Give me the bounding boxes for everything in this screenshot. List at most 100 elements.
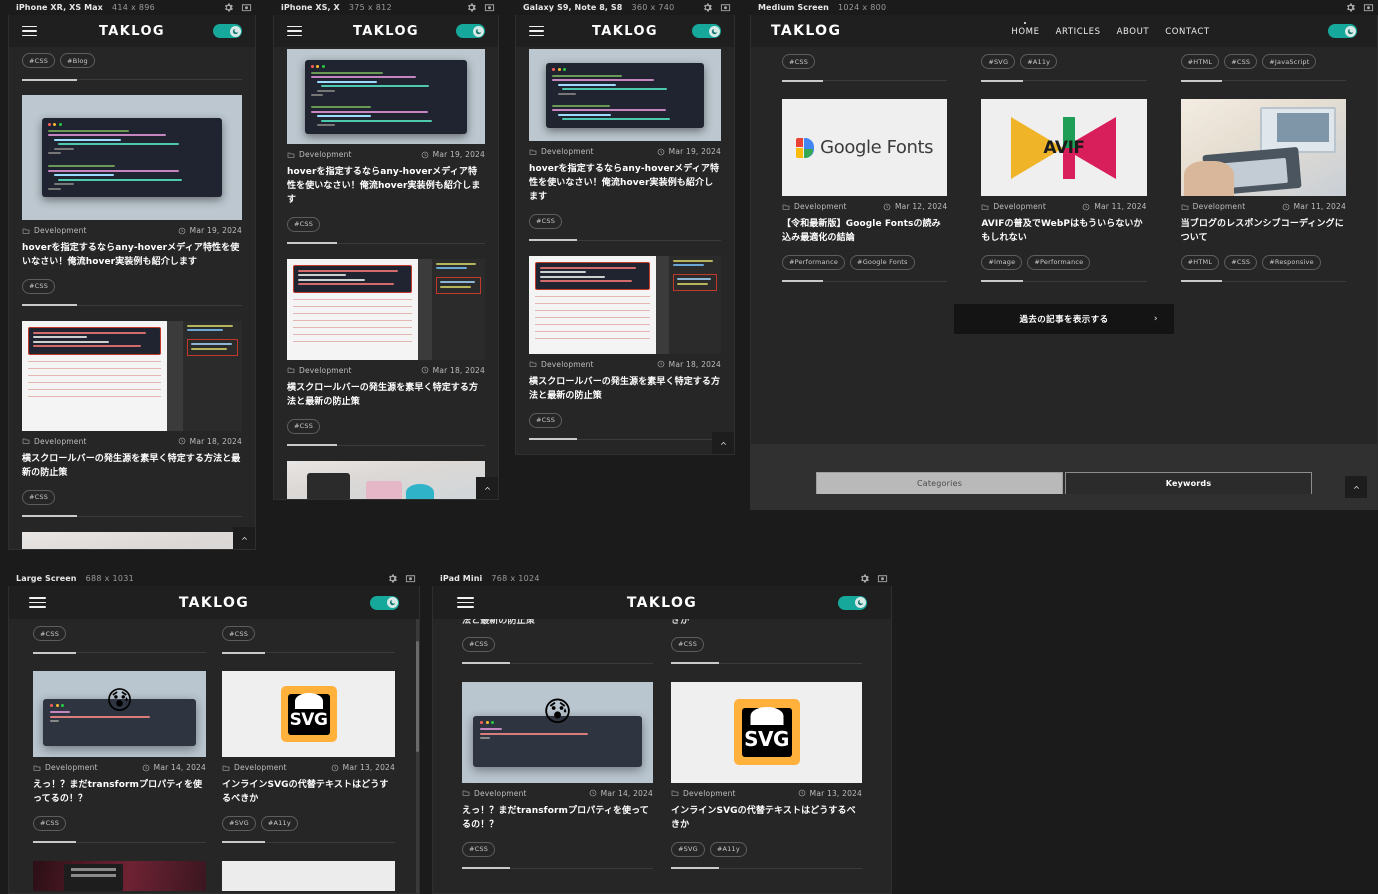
tag[interactable]: #A11y	[260, 815, 298, 831]
article-card[interactable]: Development Mar 18, 2024 横スクロールバーの発生源を素早…	[22, 320, 242, 521]
article-title[interactable]: インラインSVGの代替テキストはどうするべきか	[222, 779, 395, 807]
camera-icon[interactable]	[877, 573, 888, 584]
article-thumbnail[interactable]	[33, 860, 206, 891]
hamburger-icon[interactable]	[22, 25, 37, 37]
site-brand[interactable]: TAKLOG	[179, 595, 249, 611]
device-viewport[interactable]: TAKLOG HOME ARTICLES ABOUT CONTACT #CSS	[750, 15, 1378, 510]
dark-mode-toggle[interactable]	[692, 24, 721, 38]
article-thumbnail[interactable]	[22, 95, 242, 220]
device-viewport[interactable]: TAKLOG 法と最新の防止策 #CSS きか #CSS 😰 Developme…	[432, 586, 892, 894]
article-card-partial[interactable]: #CSS	[222, 619, 395, 657]
article-card[interactable]: Development Mar 19, 2024 hoverを指定するならany…	[287, 49, 485, 248]
article-card[interactable]: SVG Development Mar 13, 2024 インラインSVGの代替…	[671, 681, 862, 873]
article-card[interactable]: Google Fonts Development Mar 12, 2024 【令…	[782, 99, 948, 286]
tag[interactable]: #Performance	[782, 254, 846, 270]
article-card-partial[interactable]: #CSS #Blog	[22, 47, 242, 84]
article-thumbnail[interactable]	[529, 49, 721, 141]
tag[interactable]: #CSS	[462, 636, 496, 652]
article-title[interactable]: 当ブログのレスポンシブコーディングについて	[1181, 218, 1346, 246]
site-brand[interactable]: TAKLOG	[627, 595, 697, 611]
article-card[interactable]: 😰 Development Mar 14, 2024 えっ！？まだtransfo…	[462, 681, 653, 873]
article-card-partial[interactable]: #SVG #A11y	[981, 47, 1147, 85]
article-card-partial[interactable]	[287, 460, 485, 499]
tag[interactable]: #CSS	[287, 418, 321, 434]
article-thumbnail[interactable]: AVIF	[981, 99, 1147, 196]
tag[interactable]: #HTML	[1180, 254, 1220, 270]
dark-mode-toggle[interactable]	[838, 595, 867, 610]
article-thumbnail[interactable]: 😰	[462, 681, 653, 783]
article-card-partial[interactable]: #HTML #CSS #JavaScript	[1180, 47, 1346, 85]
tag[interactable]: #CSS	[22, 489, 56, 505]
scroll-to-top-button[interactable]	[233, 527, 255, 549]
scroll-to-top-button[interactable]	[476, 477, 498, 499]
tag[interactable]: #CSS	[1224, 54, 1258, 69]
article-thumbnail[interactable]	[287, 460, 485, 499]
hamburger-icon[interactable]	[29, 597, 46, 608]
article-card[interactable]: Development Mar 11, 2024 当ブログのレスポンシブコーディ…	[1180, 99, 1346, 286]
camera-icon[interactable]	[1363, 2, 1374, 13]
tag[interactable]: #CSS	[287, 216, 321, 232]
gear-icon[interactable]	[702, 2, 713, 13]
gear-icon[interactable]	[859, 573, 870, 584]
device-viewport[interactable]: TAKLOG Development Mar 19, 2024 hoverを指定…	[273, 15, 499, 500]
article-thumbnail[interactable]: SVG	[222, 671, 395, 757]
gear-icon[interactable]	[223, 2, 234, 13]
dark-mode-toggle[interactable]	[456, 24, 485, 38]
camera-icon[interactable]	[484, 2, 495, 13]
tag[interactable]: #Blog	[60, 53, 95, 68]
article-card-partial[interactable]: 法と最新の防止策 #CSS	[462, 616, 653, 668]
article-title[interactable]: hoverを指定するならany-hoverメディア特性を使いなさい！俺流hove…	[287, 166, 485, 208]
article-title[interactable]: 横スクロールバーの発生源を素早く特定する方法と最新の防止策	[529, 376, 721, 404]
tag[interactable]: #Performance	[1027, 254, 1091, 270]
load-more-button[interactable]: 過去の記事を表示する ›	[954, 303, 1174, 334]
tag[interactable]: #CSS	[33, 626, 67, 641]
camera-icon[interactable]	[405, 573, 416, 584]
dark-mode-toggle[interactable]	[213, 24, 242, 38]
tab-keywords[interactable]: Keywords	[1065, 472, 1312, 494]
article-title[interactable]: 【令和最新版】Google Fontsの読み込み最適化の結論	[782, 218, 947, 246]
tag[interactable]: #SVG	[671, 841, 705, 857]
article-card[interactable]: Development Mar 18, 2024 横スクロールバーの発生源を素早…	[529, 255, 721, 444]
article-thumbnail[interactable]	[1180, 99, 1346, 196]
tag[interactable]: #SVG	[222, 815, 256, 831]
scroll-to-top-button[interactable]	[712, 432, 734, 454]
article-title[interactable]: 横スクロールバーの発生源を素早く特定する方法と最新の防止策	[287, 382, 485, 410]
article-card-partial[interactable]	[222, 860, 395, 893]
article-thumbnail[interactable]: Google Fonts	[782, 99, 948, 196]
nav-item-about[interactable]: ABOUT	[1117, 25, 1150, 37]
dark-mode-toggle[interactable]	[1328, 24, 1357, 38]
article-card[interactable]: Development Mar 19, 2024 hoverを指定するならany…	[22, 95, 242, 310]
hamburger-icon[interactable]	[457, 597, 474, 608]
gear-icon[interactable]	[387, 573, 398, 584]
article-card-partial[interactable]: きか #CSS	[671, 616, 862, 668]
article-card-partial[interactable]	[33, 860, 206, 893]
article-thumbnail[interactable]	[22, 320, 242, 431]
tag[interactable]: #CSS	[671, 636, 705, 652]
article-title[interactable]: hoverを指定するならany-hoverメディア特性を使いなさい！俺流hove…	[529, 163, 721, 205]
scrollbar-vertical[interactable]	[416, 586, 419, 893]
camera-icon[interactable]	[720, 2, 731, 13]
tag[interactable]: #CSS	[1224, 254, 1258, 270]
hamburger-icon[interactable]	[287, 25, 302, 37]
device-viewport[interactable]: TAKLOG #CSS #Blog Development Mar 19, 20…	[8, 15, 256, 550]
site-brand[interactable]: TAKLOG	[771, 23, 841, 39]
article-thumbnail[interactable]	[287, 49, 485, 144]
article-title[interactable]: えっ！？まだtransformプロパティを使ってるの！？	[33, 779, 206, 807]
tag[interactable]: #Responsive	[1262, 254, 1321, 270]
article-title[interactable]: hoverを指定するならany-hoverメディア特性を使いなさい！俺流hove…	[22, 242, 242, 270]
article-thumbnail[interactable]	[287, 258, 485, 360]
tab-categories[interactable]: Categories	[816, 472, 1063, 494]
hamburger-icon[interactable]	[529, 25, 544, 37]
article-thumbnail[interactable]: SVG	[671, 681, 862, 783]
gear-icon[interactable]	[1345, 2, 1356, 13]
article-card-partial[interactable]: #CSS	[33, 619, 206, 657]
nav-item-articles[interactable]: ARTICLES	[1056, 25, 1101, 37]
tag[interactable]: #CSS	[462, 841, 496, 857]
camera-icon[interactable]	[241, 2, 252, 13]
nav-item-home[interactable]: HOME	[1011, 25, 1039, 37]
article-title[interactable]: 横スクロールバーの発生源を素早く特定する方法と最新の防止策	[22, 453, 242, 481]
article-card[interactable]: Development Mar 18, 2024 横スクロールバーの発生源を素早…	[287, 258, 485, 450]
tag[interactable]: #A11y	[709, 841, 747, 857]
tag[interactable]: #CSS	[529, 412, 563, 428]
article-card[interactable]: AVIF Development Mar 11, 2024 AVIFの普及でWe…	[981, 99, 1147, 286]
